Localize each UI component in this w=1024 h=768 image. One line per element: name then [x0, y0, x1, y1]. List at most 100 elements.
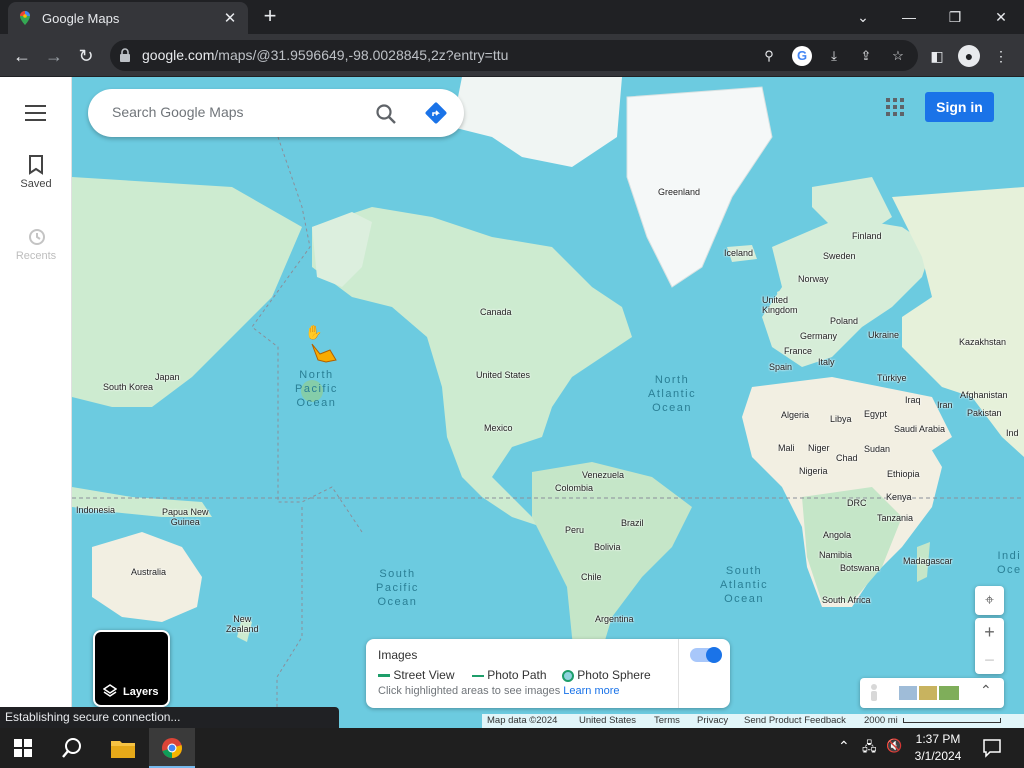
- search-input[interactable]: Search Google Maps: [112, 104, 244, 120]
- street-view-line-icon: [378, 674, 390, 678]
- label-japan: Japan: [155, 372, 180, 382]
- map-canvas[interactable]: ✋ Greenland Iceland Finland Sweden Norwa…: [72, 77, 1024, 728]
- minimize-button[interactable]: —: [889, 4, 929, 30]
- label-mali: Mali: [778, 443, 795, 453]
- crosshair-icon: ⌖: [984, 592, 994, 609]
- search-box[interactable]: Search Google Maps: [88, 89, 464, 137]
- label-argentina: Argentina: [595, 614, 634, 624]
- hand-cursor-icon: ✋: [305, 324, 323, 340]
- status-bubble: Establishing secure connection...: [0, 707, 339, 728]
- region-link[interactable]: United States: [579, 715, 636, 726]
- label-north-atlantic-ocean: North Atlantic Ocean: [648, 374, 697, 414]
- terms-link[interactable]: Terms: [654, 715, 680, 726]
- rail-recents[interactable]: Recents: [0, 227, 72, 262]
- label-spain: Spain: [769, 362, 793, 372]
- google-apps-grid-icon[interactable]: [886, 98, 904, 116]
- volume-muted-icon[interactable]: 🔇: [886, 738, 902, 754]
- google-maps-favicon-icon: [20, 11, 30, 25]
- address-bar[interactable]: google.com/maps/@31.9596649,-98.0028845,…: [110, 40, 918, 71]
- label-norway: Norway: [798, 274, 829, 284]
- label-sweden: Sweden: [823, 251, 856, 261]
- label-brazil: Brazil: [621, 518, 644, 528]
- thumb-satellite-icon[interactable]: [899, 686, 917, 700]
- chrome-taskbar-button[interactable]: [149, 728, 195, 768]
- zoom-in-button[interactable]: +: [975, 618, 1004, 646]
- reload-button[interactable]: ↻: [72, 42, 100, 70]
- street-view-bar: ⌃: [860, 678, 1004, 708]
- chrome-icon: [162, 738, 182, 758]
- system-clock[interactable]: 1:37 PM 3/1/2024: [905, 731, 971, 765]
- images-panel-title: Images: [378, 648, 418, 662]
- share-icon[interactable]: ⇪: [856, 46, 876, 66]
- learn-more-link[interactable]: Learn more: [563, 685, 619, 697]
- label-peru: Peru: [565, 525, 585, 535]
- restore-button[interactable]: ❐: [935, 4, 975, 30]
- clock-time: 1:37 PM: [915, 732, 961, 746]
- privacy-link[interactable]: Privacy: [697, 715, 728, 726]
- search-taskbar-icon[interactable]: [61, 737, 83, 759]
- photo-sphere-dot-icon: [561, 669, 574, 682]
- rail-saved[interactable]: Saved: [0, 155, 72, 190]
- tab-search-chevron-icon[interactable]: ⌄: [843, 4, 883, 30]
- images-toggle[interactable]: [690, 647, 722, 663]
- label-south-africa: South Africa: [822, 595, 871, 605]
- bookmark-icon: [29, 155, 43, 175]
- menu-hamburger-icon[interactable]: [25, 105, 46, 121]
- location-pin-icon[interactable]: ⚲: [759, 46, 779, 66]
- back-button[interactable]: ←: [8, 42, 36, 70]
- search-icon[interactable]: [375, 103, 397, 125]
- tray-chevron-icon[interactable]: ⌃: [838, 738, 850, 755]
- layers-button[interactable]: Layers: [93, 630, 170, 707]
- label-pakistan: Pakistan: [967, 408, 1002, 418]
- label-france: France: [784, 346, 813, 356]
- sign-in-button[interactable]: Sign in: [925, 92, 994, 122]
- thumb-photo-icon[interactable]: [939, 686, 959, 700]
- windows-start-icon[interactable]: [14, 739, 32, 757]
- browser-toolbar: ← → ↻ google.com/maps/@31.9596649,-98.00…: [0, 34, 1024, 77]
- scale-label[interactable]: 2000 mi: [864, 715, 898, 726]
- label-finland: Finland: [852, 231, 882, 241]
- my-location-button[interactable]: ⌖: [975, 586, 1004, 615]
- close-window-button[interactable]: ✕: [981, 4, 1021, 30]
- label-mexico: Mexico: [484, 423, 513, 433]
- google-lens-icon[interactable]: G: [792, 46, 812, 66]
- images-panel: Images Street View Photo Path Photo Sphe…: [366, 639, 730, 708]
- thumb-terrain-icon[interactable]: [919, 686, 937, 700]
- network-icon[interactable]: 🖧: [862, 738, 877, 760]
- forward-button[interactable]: →: [40, 42, 68, 70]
- rail-saved-label: Saved: [20, 178, 52, 190]
- photo-path-label: Photo Path: [487, 668, 547, 682]
- pegman-slot-icon[interactable]: [866, 683, 882, 703]
- side-panel-icon[interactable]: ◧: [926, 45, 948, 67]
- file-explorer-icon[interactable]: [111, 738, 135, 758]
- label-libya: Libya: [830, 414, 852, 424]
- new-tab-button[interactable]: +: [258, 5, 282, 29]
- scale-bar: [903, 718, 1001, 723]
- tab-close-icon[interactable]: ✕: [222, 9, 238, 27]
- profile-avatar-icon[interactable]: ●: [958, 45, 980, 67]
- images-hint: Click highlighted areas to see images Le…: [378, 685, 620, 697]
- bookmark-star-icon[interactable]: ☆: [888, 46, 908, 66]
- label-italy: Italy: [818, 357, 835, 367]
- street-view-label: Street View: [393, 668, 455, 682]
- install-app-icon[interactable]: ⤓: [824, 46, 844, 66]
- label-ethiopia: Ethiopia: [887, 469, 920, 479]
- label-united-kingdom: United Kingdom: [762, 295, 798, 315]
- browser-tab-google-maps[interactable]: Google Maps ✕: [8, 2, 248, 34]
- lock-icon: [120, 48, 130, 62]
- tab-title: Google Maps: [42, 10, 120, 26]
- label-iceland: Iceland: [724, 248, 754, 258]
- label-namibia: Namibia: [819, 550, 853, 560]
- label-colombia: Colombia: [555, 483, 594, 493]
- directions-icon[interactable]: [424, 101, 448, 125]
- label-papua-new-guinea: Papua New Guinea: [162, 507, 209, 527]
- feedback-link[interactable]: Send Product Feedback: [744, 715, 846, 726]
- notification-center-icon[interactable]: [982, 738, 1002, 758]
- label-germany: Germany: [800, 331, 838, 341]
- browser-menu-icon[interactable]: ⋮: [990, 45, 1012, 67]
- expand-up-icon[interactable]: ⌃: [980, 682, 992, 699]
- label-botswana: Botswana: [840, 563, 880, 573]
- zoom-out-button[interactable]: −: [975, 646, 1004, 674]
- label-kazakhstan: Kazakhstan: [959, 337, 1007, 347]
- pegman-icon[interactable]: [308, 340, 338, 366]
